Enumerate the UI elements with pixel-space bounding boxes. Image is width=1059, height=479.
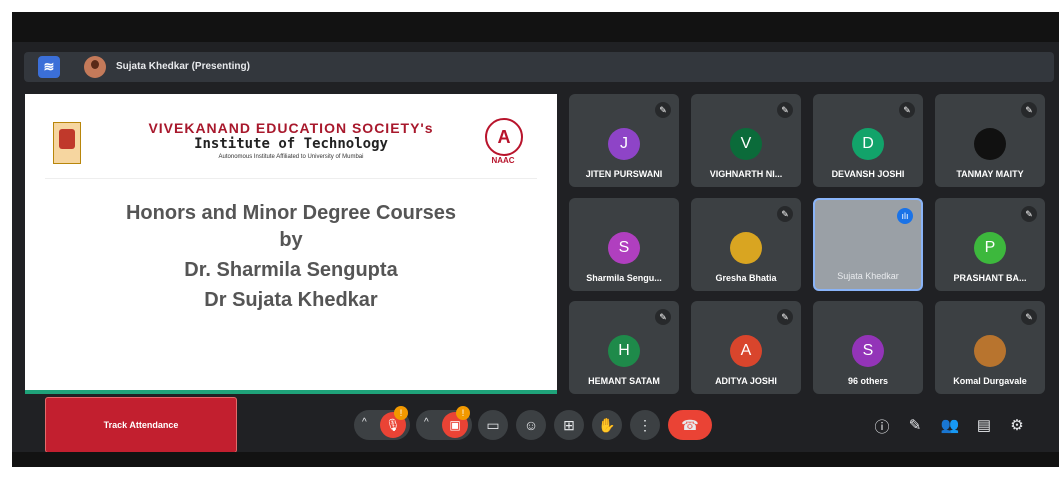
participant-avatar: S [608,232,640,264]
captions-button[interactable]: ▭ [478,410,508,440]
participant-tile[interactable]: J JITEN PURSWANI ✎ [569,94,679,187]
end-call-button[interactable]: ☎ [668,410,712,440]
mic-muted-icon: ✎ [777,102,793,118]
slide-accent-bar [25,390,557,394]
activities-icon[interactable]: ✎ [905,416,925,434]
participant-avatar: J [608,128,640,160]
mic-control[interactable]: ^ 🎙! [354,406,410,440]
camera-off-icon[interactable]: ▣! [442,406,470,438]
mic-warning-badge: ! [394,406,408,420]
host-controls-icon[interactable]: ⚙ [1007,416,1027,434]
institution-name: VIVEKANAND EDUCATION SOCIETY's [148,120,434,136]
participant-name: TANMAY MAITY [956,169,1024,179]
participant-name: JITEN PURSWANI [585,169,663,179]
mic-muted-icon: ✎ [1021,309,1037,325]
slide-title-line: Dr Sujata Khedkar [204,289,378,311]
participant-name: ADITYA JOSHI [715,376,777,386]
mic-muted-icon: ✎ [655,309,671,325]
participant-tile[interactable]: P PRASHANT BA... ✎ [935,198,1045,291]
participant-avatar [730,232,762,264]
participant-avatar: V [730,128,762,160]
participant-tile[interactable]: A ADITYA JOSHI ✎ [691,301,801,394]
meet-window: ≋ Sujata Khedkar (Presenting) VIVEKANAND… [12,12,1059,467]
participant-avatar: H [608,335,640,367]
participant-name: PRASHANT BA... [953,273,1027,283]
emoji-button[interactable]: ☺ [516,410,546,440]
mic-muted-icon: ✎ [777,206,793,222]
more-options-button[interactable]: ⋮ [630,410,660,440]
slide-header: VIVEKANAND EDUCATION SOCIETY's Institute… [45,116,537,179]
slide-title-line: by [279,229,303,251]
top-bar [12,12,1059,42]
present-button[interactable]: ⊞ [554,410,584,440]
participant-avatar: D [852,128,884,160]
raise-hand-button[interactable]: ✋ [592,410,622,440]
participant-tile[interactable]: S 96 others [813,301,923,394]
app-logo-icon: ≋ [38,56,60,78]
participant-tile[interactable]: Komal Durgavale ✎ [935,301,1045,394]
control-bar: Track Attendance ^ 🎙! ^ ▣! ▭ ☺ ⊞ ✋ ⋮ ☎ ⓘ… [12,396,1059,453]
people-icon[interactable]: 👥 [940,416,960,434]
participant-avatar: S [852,335,884,367]
presenter-label: Sujata Khedkar (Presenting) [116,61,250,72]
speaking-indicator-icon: ılı [897,208,913,224]
naac-grade-badge: A [485,118,523,156]
institution-affiliation: Autonomous Institute Affiliated to Unive… [218,154,364,160]
participant-name: DEVANSH JOSHI [831,169,905,179]
participant-name: VIGHNARTH NI... [709,169,783,179]
institution-subtitle: Institute of Technology [194,136,388,152]
camera-control[interactable]: ^ ▣! [416,406,472,440]
mic-muted-icon: ✎ [1021,102,1037,118]
institute-crest-icon [53,122,81,164]
participant-tile[interactable]: H HEMANT SATAM ✎ [569,301,679,394]
participant-avatar: P [974,232,1006,264]
participant-tile[interactable]: TANMAY MAITY ✎ [935,94,1045,187]
chat-icon[interactable]: ▤ [974,416,994,434]
participant-avatar: A [730,335,762,367]
participant-tile[interactable]: S Sharmila Sengu... [569,198,679,291]
presenting-bar: ≋ Sujata Khedkar (Presenting) [24,52,1054,82]
chevron-up-icon[interactable]: ^ [424,417,429,428]
mic-muted-icon: ✎ [1021,206,1037,222]
presenter-avatar [84,56,106,78]
participant-name: HEMANT SATAM [588,376,660,386]
participant-name: Sharmila Sengu... [586,273,662,283]
slide-title-line: Dr. Sharmila Sengupta [184,259,398,281]
participant-name: Sujata Khedkar [837,271,899,281]
mic-muted-icon: ✎ [777,309,793,325]
naac-label: NAAC [491,156,515,165]
participant-tile[interactable]: V VIGHNARTH NI... ✎ [691,94,801,187]
chevron-up-icon[interactable]: ^ [362,417,367,428]
participant-avatar [852,234,884,266]
slide-title-line: Honors and Minor Degree Courses [125,202,457,224]
track-attendance-button[interactable]: Track Attendance [45,397,237,453]
participant-avatar [974,335,1006,367]
participant-avatar [974,128,1006,160]
mic-muted-icon: ✎ [899,102,915,118]
participant-tile[interactable]: Sujata Khedkar ılı [813,198,923,291]
participant-name: 96 others [847,376,889,386]
bottom-bar [12,452,1059,467]
mic-muted-icon: ✎ [655,102,671,118]
info-icon[interactable]: ⓘ [872,416,892,437]
participant-name: Gresha Bhatia [715,273,777,283]
participant-tile[interactable]: Gresha Bhatia ✎ [691,198,801,291]
camera-warning-badge: ! [456,406,470,420]
participant-name: Komal Durgavale [953,376,1027,386]
mic-off-icon[interactable]: 🎙! [380,406,408,438]
participant-tile[interactable]: D DEVANSH JOSHI ✎ [813,94,923,187]
shared-screen: VIVEKANAND EDUCATION SOCIETY's Institute… [25,94,557,390]
